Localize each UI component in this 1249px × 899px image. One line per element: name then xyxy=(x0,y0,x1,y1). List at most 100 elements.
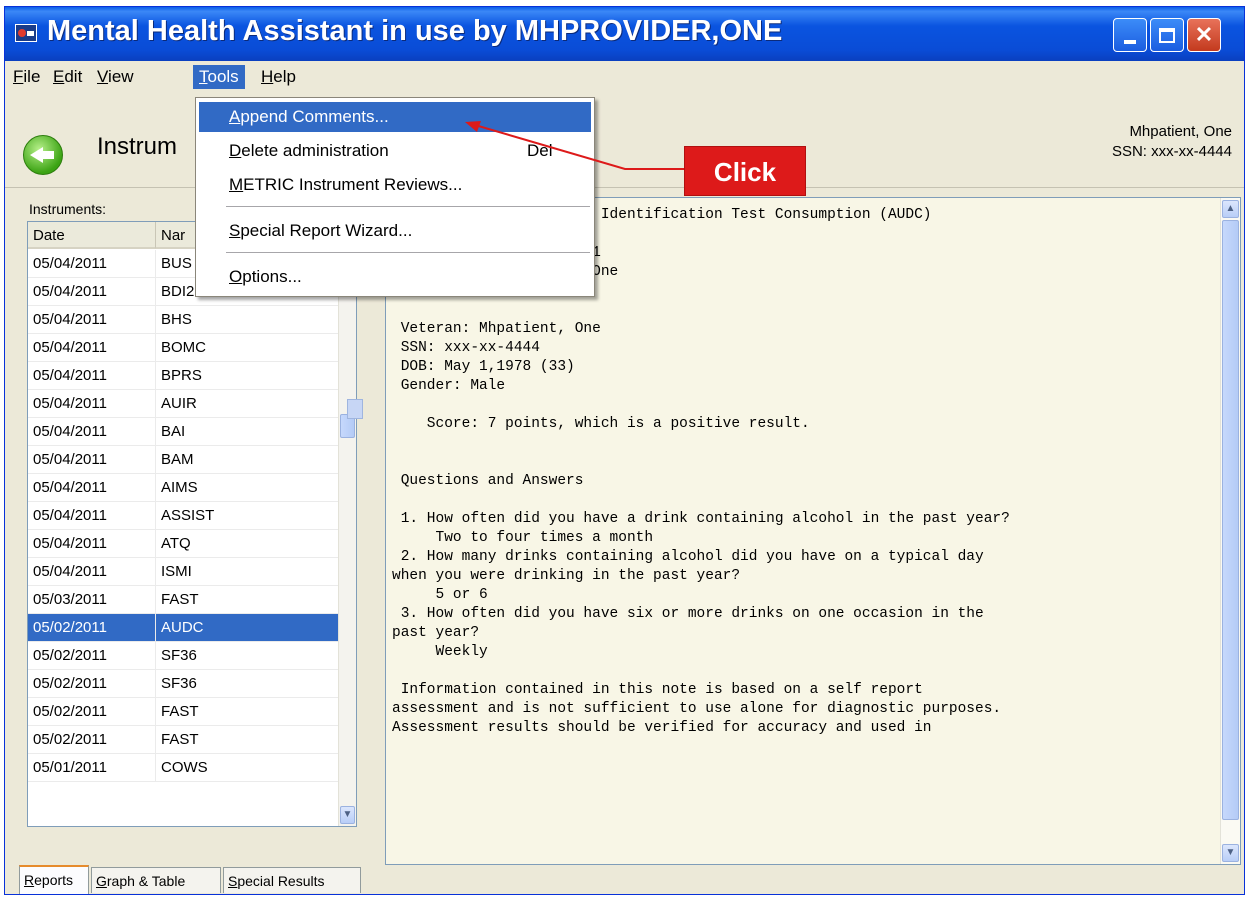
back-arrow-icon[interactable] xyxy=(23,135,63,175)
menu-edit[interactable]: Edit xyxy=(47,65,88,89)
table-row[interactable]: 05/04/2011 BAM xyxy=(28,446,342,474)
header-bar: Instrum Mhpatient, One SSN: xxx-xx-4444 xyxy=(5,93,1244,188)
row-name: ISMI xyxy=(156,558,342,586)
row-date: 05/02/2011 xyxy=(28,698,156,726)
table-row[interactable]: 05/04/2011 AIMS xyxy=(28,474,342,502)
scroll-down-icon[interactable]: ▼ xyxy=(1222,844,1239,862)
table-row[interactable]: 05/04/2011 BHS xyxy=(28,306,342,334)
table-row[interactable]: 05/02/2011 FAST xyxy=(28,698,342,726)
report-scrollbar[interactable]: ▲ ▼ xyxy=(1220,198,1240,864)
menu-view[interactable]: View xyxy=(91,65,140,89)
row-date: 05/04/2011 xyxy=(28,390,156,418)
patient-name: Mhpatient, One xyxy=(1129,123,1232,140)
row-date: 05/02/2011 xyxy=(28,670,156,698)
row-name: SF36 xyxy=(156,670,342,698)
menu-file[interactable]: File xyxy=(7,65,46,89)
row-name: ATQ xyxy=(156,530,342,558)
app-icon[interactable] xyxy=(15,24,37,42)
table-row[interactable]: 05/01/2011 COWS xyxy=(28,754,342,782)
menu-separator xyxy=(226,252,590,253)
tab-reports[interactable]: Reports xyxy=(19,865,89,894)
menu-tools[interactable]: Tools xyxy=(193,65,245,89)
table-row[interactable]: 05/04/2011 BAI xyxy=(28,418,342,446)
row-name: BAM xyxy=(156,446,342,474)
row-name: BHS xyxy=(156,306,342,334)
table-row[interactable]: 05/04/2011 BOMC xyxy=(28,334,342,362)
menu-item-append-comments[interactable]: Append Comments... xyxy=(199,102,591,132)
row-date: 05/04/2011 xyxy=(28,474,156,502)
menu-item-shortcut: Del xyxy=(527,141,553,160)
menu-item-label: Delete administration xyxy=(229,141,389,160)
column-header-date[interactable]: Date xyxy=(28,222,156,249)
maximize-button[interactable] xyxy=(1150,18,1184,52)
table-row[interactable]: 05/04/2011 ASSIST xyxy=(28,502,342,530)
row-name: AIMS xyxy=(156,474,342,502)
splitter-grip-icon[interactable] xyxy=(347,399,363,419)
table-row[interactable]: 05/04/2011 ATQ xyxy=(28,530,342,558)
click-callout: Click xyxy=(685,147,805,195)
row-date: 05/01/2011 xyxy=(28,754,156,782)
menu-item-label: Options... xyxy=(229,267,302,286)
row-name: BPRS xyxy=(156,362,342,390)
row-date: 05/04/2011 xyxy=(28,502,156,530)
close-icon: ✕ xyxy=(1194,22,1214,47)
row-name: FAST xyxy=(156,698,342,726)
menu-bar: File Edit View Tools Help xyxy=(5,63,1244,91)
app-window: Mental Health Assistant in use by MHPROV… xyxy=(4,6,1245,895)
row-date: 05/04/2011 xyxy=(28,306,156,334)
row-name: AUIR xyxy=(156,390,342,418)
table-row[interactable]: 05/02/2011 SF36 xyxy=(28,642,342,670)
menu-item-special-report-wizard[interactable]: Special Report Wizard... xyxy=(199,216,591,246)
report-view[interactable]: rders Identification Test Consumption (A… xyxy=(385,197,1241,865)
row-date: 05/04/2011 xyxy=(28,446,156,474)
tab-special-results[interactable]: Special Results xyxy=(223,867,361,893)
minimize-button[interactable] xyxy=(1113,18,1147,52)
row-date: 05/04/2011 xyxy=(28,530,156,558)
table-scrollbar[interactable]: ▼ xyxy=(338,250,356,826)
menu-item-delete-administration[interactable]: Delete administration Del xyxy=(199,136,591,166)
menu-item-metric-reviews[interactable]: METRIC Instrument Reviews... xyxy=(199,170,591,200)
row-date: 05/04/2011 xyxy=(28,250,156,278)
close-button[interactable]: ✕ xyxy=(1187,18,1221,52)
row-date: 05/04/2011 xyxy=(28,278,156,306)
row-name: BOMC xyxy=(156,334,342,362)
menu-item-options[interactable]: Options... xyxy=(199,262,591,292)
menu-item-label: METRIC Instrument Reviews... xyxy=(229,175,463,194)
table-row[interactable]: 05/03/2011 FAST xyxy=(28,586,342,614)
table-row[interactable]: 05/02/2011 FAST xyxy=(28,726,342,754)
table-row[interactable]: 05/02/2011 SF36 xyxy=(28,670,342,698)
window-title: Mental Health Assistant in use by MHPROV… xyxy=(47,15,783,47)
row-name: COWS xyxy=(156,754,342,782)
maximize-icon xyxy=(1159,27,1175,43)
page-title: Instrum xyxy=(97,133,178,160)
row-name: BAI xyxy=(156,418,342,446)
instruments-table[interactable]: Date Nar 05/04/2011 BUS 05/04/2011 BDI2 05/0… xyxy=(27,221,357,827)
table-row[interactable]: 05/04/2011 AUIR xyxy=(28,390,342,418)
scroll-down-icon[interactable]: ▼ xyxy=(340,806,355,824)
row-name: FAST xyxy=(156,586,342,614)
table-row[interactable]: 05/04/2011 ISMI xyxy=(28,558,342,586)
row-date: 05/04/2011 xyxy=(28,362,156,390)
row-name: AUDC xyxy=(156,614,342,642)
menu-separator xyxy=(226,206,590,207)
row-date: 05/02/2011 xyxy=(28,642,156,670)
scroll-up-icon[interactable]: ▲ xyxy=(1222,200,1239,218)
menu-item-label: Special Report Wizard... xyxy=(229,221,413,240)
row-date: 05/04/2011 xyxy=(28,558,156,586)
row-name: ASSIST xyxy=(156,502,342,530)
table-row[interactable]: 05/04/2011 BPRS xyxy=(28,362,342,390)
row-name: FAST xyxy=(156,726,342,754)
row-date: 05/03/2011 xyxy=(28,586,156,614)
title-bar[interactable]: Mental Health Assistant in use by MHPROV… xyxy=(5,7,1244,61)
report-scroll-thumb[interactable] xyxy=(1222,220,1239,820)
table-row[interactable]: 05/02/2011 AUDC xyxy=(28,614,342,642)
row-name: SF36 xyxy=(156,642,342,670)
minimize-icon xyxy=(1124,40,1136,44)
menu-help[interactable]: Help xyxy=(255,65,302,89)
patient-ssn: SSN: xxx-xx-4444 xyxy=(1111,143,1232,160)
row-date: 05/02/2011 xyxy=(28,726,156,754)
tools-menu-dropdown: Append Comments... Delete administration… xyxy=(195,97,595,297)
row-date: 05/04/2011 xyxy=(28,334,156,362)
row-date: 05/02/2011 xyxy=(28,614,156,642)
tab-graph-table[interactable]: Graph & Table xyxy=(91,867,221,893)
